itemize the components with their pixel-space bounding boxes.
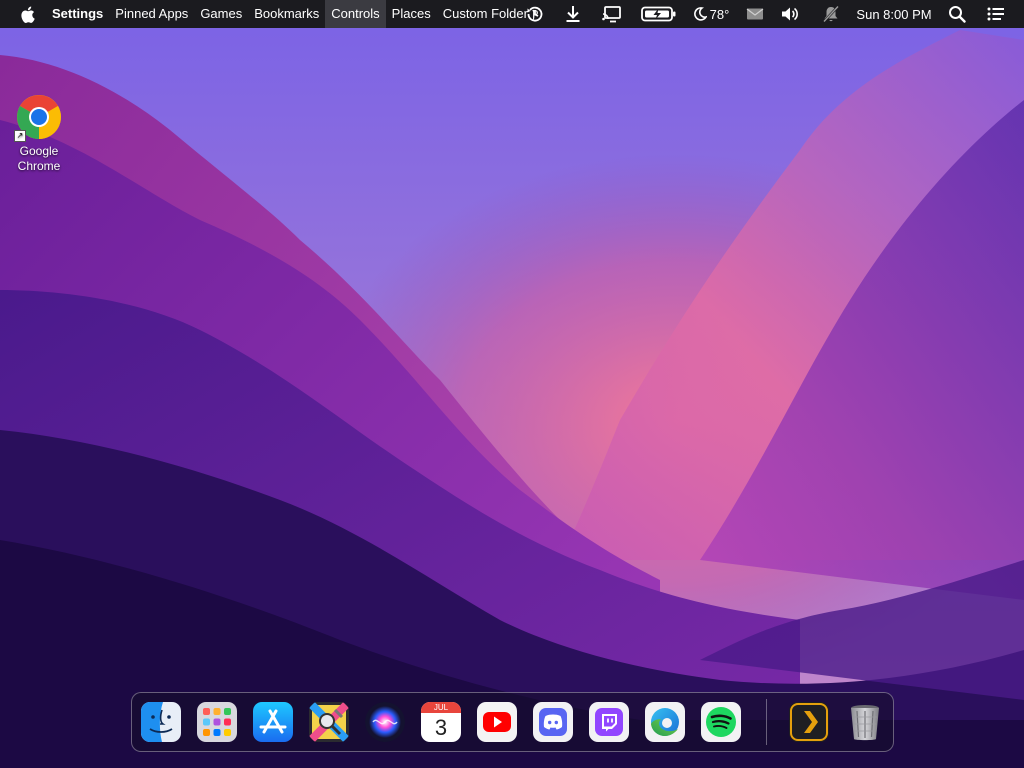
trash-icon[interactable] [845, 702, 885, 742]
history-icon[interactable] [523, 0, 547, 28]
weather-widget[interactable]: 78° [691, 0, 731, 28]
moon-weather-icon [693, 7, 707, 21]
menu-settings[interactable]: Settings [46, 0, 109, 28]
app-store-icon[interactable] [253, 702, 293, 742]
search-icon[interactable] [946, 0, 968, 28]
edge-icon[interactable] [645, 702, 685, 742]
finder-icon[interactable] [141, 702, 181, 742]
clock-text: Sun 8:00 PM [856, 6, 932, 22]
display-cast-icon[interactable] [600, 0, 624, 28]
desktop-icon-label-line2: Chrome [17, 159, 61, 173]
discord-icon[interactable] [533, 702, 573, 742]
twitch-icon[interactable] [589, 702, 629, 742]
calendar-icon[interactable]: JUL 3 [421, 702, 461, 742]
calendar-month: JUL [421, 702, 461, 713]
launchpad-icon[interactable] [197, 702, 237, 742]
dock-separator [766, 699, 767, 745]
chrome-icon: ↗ [14, 94, 62, 142]
menu-pinned-apps[interactable]: Pinned Apps [109, 0, 194, 28]
menu-bar: Settings Pinned Apps Games Bookmarks Con… [0, 0, 1024, 28]
youtube-icon[interactable] [477, 702, 517, 742]
menu-places[interactable]: Places [386, 0, 437, 28]
menu-games[interactable]: Games [194, 0, 248, 28]
download-icon[interactable] [562, 0, 584, 28]
battery-charging-icon [640, 0, 678, 28]
notifications-off-icon[interactable] [820, 0, 842, 28]
menu-bookmarks[interactable]: Bookmarks [248, 0, 325, 28]
siri-icon[interactable] [365, 702, 405, 742]
mail-icon[interactable] [744, 0, 766, 28]
calendar-day: 3 [434, 715, 448, 740]
desktop-shortcut-google-chrome[interactable]: ↗ Google Chrome [8, 94, 70, 174]
volume-icon[interactable] [779, 0, 801, 28]
desktop-icon-label-line1: Google [19, 144, 59, 158]
shortcut-arrow-icon: ↗ [14, 130, 26, 142]
clock[interactable]: Sun 8:00 PM [856, 0, 932, 28]
list-menu-icon[interactable] [984, 0, 1008, 28]
system-tools-icon[interactable] [309, 702, 349, 742]
menu-custom-folder-label: Custom Folder [442, 6, 528, 21]
menu-controls[interactable]: Controls [325, 0, 386, 28]
plex-icon[interactable] [789, 702, 829, 742]
desktop-wallpaper [0, 0, 1024, 768]
apple-logo-icon[interactable] [17, 0, 37, 28]
spotify-icon[interactable] [701, 702, 741, 742]
dock: JUL 3 [131, 692, 894, 752]
weather-temperature: 78° [709, 6, 730, 22]
